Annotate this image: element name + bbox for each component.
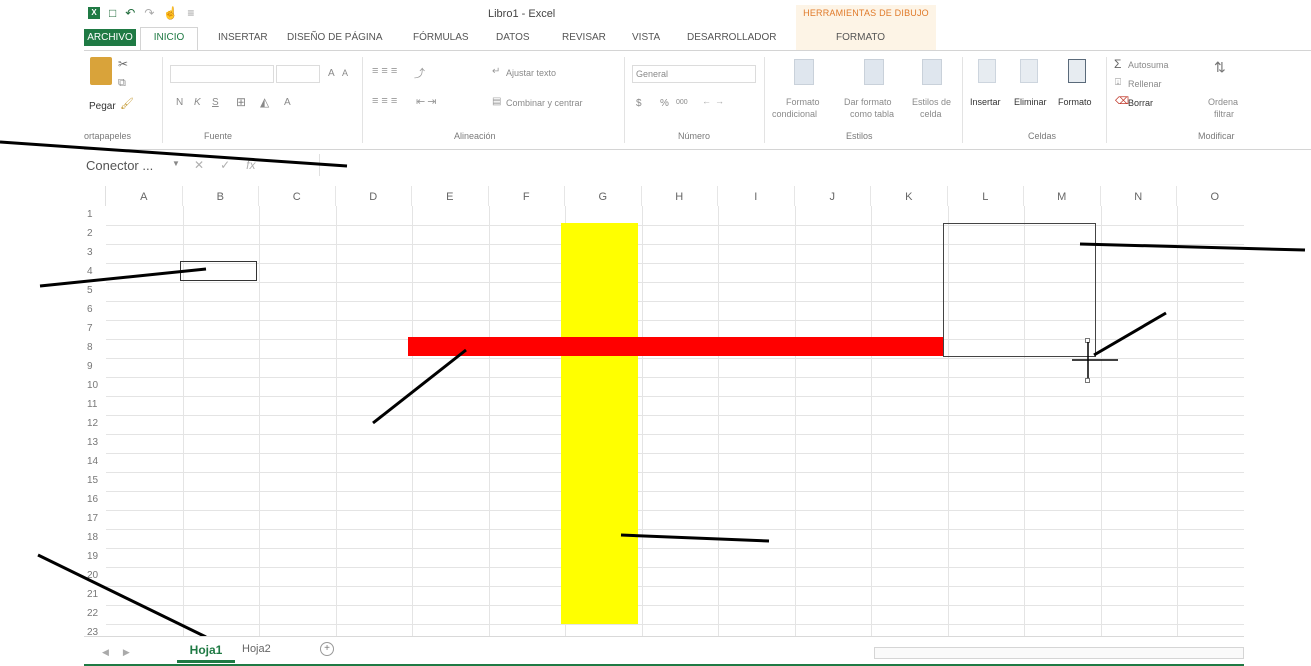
annotation-line [620, 533, 770, 543]
annotation-line [372, 348, 467, 425]
add-sheet-icon[interactable]: + [320, 642, 334, 656]
annotation-line [1079, 242, 1306, 252]
annotation-lines [0, 140, 1306, 639]
sheet-tab-hoja2[interactable]: Hoja2 [242, 643, 271, 655]
sheet-tab-hoja1[interactable]: Hoja1 [177, 637, 235, 663]
horizontal-scrollbar[interactable] [874, 647, 1244, 659]
sheet-nav-arrows-icon[interactable]: ◀▶ [102, 647, 144, 658]
sheet-tab-bar: ◀▶ Hoja1 Hoja2 + [84, 636, 1244, 666]
annotation-line [1093, 311, 1167, 357]
annotation-line [0, 140, 348, 168]
annotation-line [39, 267, 207, 288]
annotation-line [37, 553, 207, 639]
